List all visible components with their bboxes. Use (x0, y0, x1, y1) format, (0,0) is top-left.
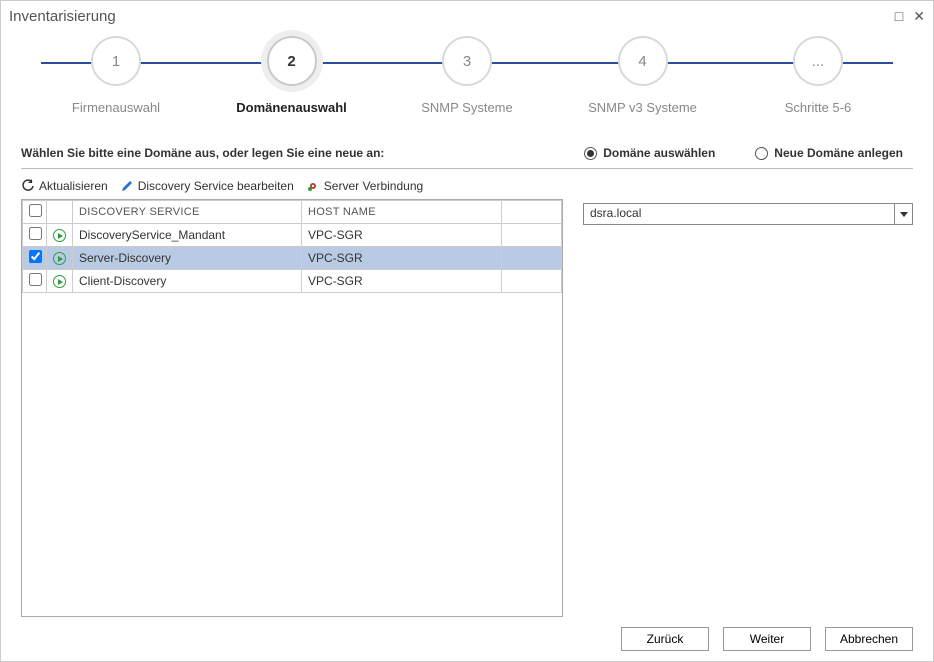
main-area: Aktualisieren Discovery Service bearbeit… (21, 177, 913, 617)
radio-select-label: Domäne auswählen (603, 146, 715, 160)
stepper: 1 Firmenauswahl 2 Domänenauswahl 3 SNMP Syste… (41, 36, 893, 126)
titlebar-buttons: □ ✕ (895, 9, 925, 23)
step-circle: 1 (91, 36, 141, 86)
cell-service: Client-Discovery (73, 270, 302, 293)
table-row[interactable]: Server-DiscoveryVPC-SGR (23, 247, 562, 270)
radio-select-domain[interactable]: Domäne auswählen (584, 146, 715, 160)
step-label: Domänenauswahl (236, 100, 347, 115)
step-label: SNMP v3 Systeme (588, 100, 697, 115)
step-circle: 2 (267, 36, 317, 86)
cell-host: VPC-SGR (302, 247, 502, 270)
select-all-checkbox[interactable] (29, 204, 42, 217)
refresh-button[interactable]: Aktualisieren (21, 179, 108, 193)
domain-combo-button[interactable] (894, 204, 912, 224)
cell-service: Server-Discovery (73, 247, 302, 270)
radio-create-domain[interactable]: Neue Domäne anlegen (755, 146, 903, 160)
step-circle: 3 (442, 36, 492, 86)
cell-host: VPC-SGR (302, 224, 502, 247)
step-circle: ... (793, 36, 843, 86)
content: 1 Firmenauswahl 2 Domänenauswahl 3 SNMP Syste… (1, 31, 933, 661)
play-icon[interactable] (53, 275, 66, 288)
cell-service: DiscoveryService_Mandant (73, 224, 302, 247)
table-row[interactable]: Client-DiscoveryVPC-SGR (23, 270, 562, 293)
titlebar: Inventarisierung □ ✕ (1, 1, 933, 31)
header-run-col (47, 201, 73, 224)
back-button[interactable]: Zurück (621, 627, 709, 651)
step-label: SNMP Systeme (421, 100, 513, 115)
instruction-row: Wählen Sie bitte eine Domäne aus, oder l… (21, 146, 913, 160)
edit-service-label: Discovery Service bearbeiten (138, 179, 294, 193)
radio-group: Domäne auswählen Neue Domäne anlegen (584, 146, 903, 160)
chevron-down-icon (900, 212, 908, 217)
cell-extra (502, 224, 562, 247)
window-title: Inventarisierung (9, 8, 895, 25)
instruction-text: Wählen Sie bitte eine Domäne aus, oder l… (21, 146, 584, 160)
radio-icon (755, 147, 768, 160)
right-panel: dsra.local (583, 177, 913, 617)
play-icon[interactable] (53, 252, 66, 265)
row-checkbox[interactable] (29, 250, 42, 263)
next-button[interactable]: Weiter (723, 627, 811, 651)
play-icon[interactable] (53, 229, 66, 242)
step-label: Schritte 5-6 (785, 100, 851, 115)
step-label: Firmenauswahl (72, 100, 160, 115)
steps: 1 Firmenauswahl 2 Domänenauswahl 3 SNMP Syste… (41, 36, 893, 115)
row-checkbox[interactable] (29, 273, 42, 286)
separator (21, 168, 913, 169)
maximize-icon[interactable]: □ (895, 9, 903, 23)
header-extra (502, 201, 562, 224)
wizard-window: Inventarisierung □ ✕ 1 Firmenauswahl 2 Domä… (0, 0, 934, 662)
server-connection-label: Server Verbindung (324, 179, 423, 193)
header-checkbox-col (23, 201, 47, 224)
pencil-icon (120, 179, 134, 193)
server-connection-button[interactable]: Server Verbindung (306, 179, 423, 193)
domain-combo[interactable]: dsra.local (583, 203, 913, 225)
left-panel: Aktualisieren Discovery Service bearbeit… (21, 177, 563, 617)
refresh-icon (21, 179, 35, 193)
close-icon[interactable]: ✕ (913, 9, 925, 23)
refresh-label: Aktualisieren (39, 179, 108, 193)
table-row[interactable]: DiscoveryService_MandantVPC-SGR (23, 224, 562, 247)
step-2[interactable]: 2 Domänenauswahl (217, 36, 367, 115)
cell-extra (502, 270, 562, 293)
discovery-table-wrap: DISCOVERY SERVICE HOST NAME DiscoverySer… (21, 199, 563, 617)
step-circle: 4 (618, 36, 668, 86)
discovery-table: DISCOVERY SERVICE HOST NAME DiscoverySer… (22, 200, 562, 293)
cell-host: VPC-SGR (302, 270, 502, 293)
edit-service-button[interactable]: Discovery Service bearbeiten (120, 179, 294, 193)
cancel-button[interactable]: Abbrechen (825, 627, 913, 651)
step-3[interactable]: 3 SNMP Systeme (392, 36, 542, 115)
step-4[interactable]: 4 SNMP v3 Systeme (568, 36, 718, 115)
step-1[interactable]: 1 Firmenauswahl (41, 36, 191, 115)
gear-icon (306, 179, 320, 193)
header-host[interactable]: HOST NAME (302, 201, 502, 224)
row-checkbox[interactable] (29, 227, 42, 240)
cell-extra (502, 247, 562, 270)
radio-create-label: Neue Domäne anlegen (774, 146, 903, 160)
table-header-row: DISCOVERY SERVICE HOST NAME (23, 201, 562, 224)
footer: Zurück Weiter Abbrechen (21, 617, 913, 651)
step-5[interactable]: ... Schritte 5-6 (743, 36, 893, 115)
radio-icon (584, 147, 597, 160)
header-service[interactable]: DISCOVERY SERVICE (73, 201, 302, 224)
domain-combo-value: dsra.local (584, 204, 894, 224)
toolbar: Aktualisieren Discovery Service bearbeit… (21, 177, 563, 199)
